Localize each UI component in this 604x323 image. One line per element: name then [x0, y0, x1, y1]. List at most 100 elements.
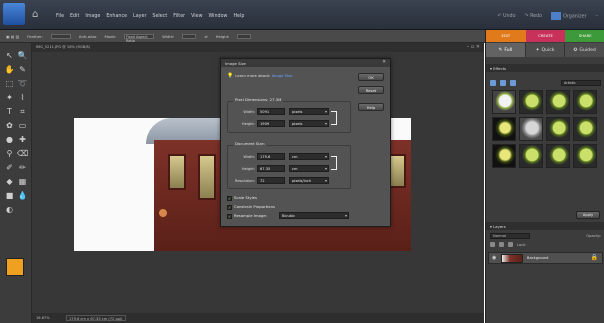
hand-tool-icon[interactable]: ✋	[4, 65, 15, 74]
straighten-tool-icon[interactable]: ▭	[17, 121, 28, 130]
effect-thumbnail[interactable]	[492, 144, 516, 168]
doc-width-input[interactable]: 179.6	[257, 153, 285, 160]
effect-thumbnail[interactable]	[492, 90, 516, 114]
undo-button[interactable]: ↶ Undo	[497, 14, 515, 19]
effect-thumbnail[interactable]	[546, 117, 570, 141]
menu-filter[interactable]: Filter	[173, 14, 185, 19]
learn-more-link[interactable]: Image Size	[272, 73, 293, 78]
effect-thumbnail[interactable]	[573, 144, 597, 168]
new-layer-icon[interactable]	[490, 242, 495, 247]
foreground-color-swatch[interactable]	[6, 258, 24, 276]
feather-slider[interactable]	[50, 34, 71, 39]
cookie-cutter-tool-icon[interactable]: ✿	[4, 121, 15, 130]
help-button[interactable]: Help	[358, 103, 384, 111]
sponge-tool-icon[interactable]: ◐	[4, 205, 15, 214]
menu-enhance[interactable]: Enhance	[106, 14, 127, 19]
layers-panel-header[interactable]: ▾ Layers	[486, 222, 604, 230]
tab-edit[interactable]: EDIT	[486, 30, 526, 42]
document-tab[interactable]: IMG_5211.JPG @ 16% (RGB/8) – ▫ ✕	[32, 43, 484, 52]
healing-brush-tool-icon[interactable]: ✚	[17, 135, 28, 144]
red-eye-tool-icon[interactable]: ●	[4, 135, 15, 144]
zoom-tool-icon[interactable]: 🔍	[17, 51, 28, 60]
gradient-tool-icon[interactable]: ▦	[17, 177, 28, 186]
swap-icon[interactable]: ⇄	[204, 34, 207, 39]
blend-mode-dropdown[interactable]: Normal	[490, 233, 530, 239]
doc-width-unit-select[interactable]: cm	[289, 153, 329, 160]
menu-window[interactable]: Window	[209, 14, 228, 19]
tab-create[interactable]: CREATE	[525, 30, 566, 42]
tab-full[interactable]: ✎ Full	[486, 43, 526, 57]
resample-image-checkbox[interactable]: ✓ Resample Image:	[227, 213, 267, 219]
effect-thumbnail[interactable]	[519, 144, 543, 168]
resolution-input[interactable]: 72	[257, 177, 285, 184]
filters-icon[interactable]	[490, 79, 496, 86]
menu-select[interactable]: Select	[152, 14, 167, 19]
effect-thumbnail[interactable]	[573, 90, 597, 114]
photo-effects-icon[interactable]	[510, 79, 516, 86]
ok-button[interactable]: OK	[358, 73, 384, 81]
clone-stamp-tool-icon[interactable]: ⚲	[4, 149, 15, 158]
redo-button[interactable]: ↷ Redo	[525, 14, 543, 19]
crop-tool-icon[interactable]: ⌗	[17, 107, 28, 116]
constrain-proportions-checkbox[interactable]: ✓ Constrain Proportions	[227, 204, 275, 210]
effect-thumbnail[interactable]	[492, 117, 516, 141]
resolution-unit-select[interactable]: pixels/inch	[289, 177, 329, 184]
marquee-tool-icon[interactable]: ⬚	[4, 79, 15, 88]
antialias-checkbox[interactable]: Anti-alias	[79, 34, 97, 39]
effect-thumbnail[interactable]	[519, 90, 543, 114]
brush-tool-icon[interactable]: ✐	[4, 163, 15, 172]
eye-icon[interactable]: ◉	[492, 255, 496, 261]
pixel-width-input[interactable]: 5091	[257, 108, 285, 115]
scale-styles-checkbox[interactable]: ✓ Scale Styles	[227, 195, 257, 201]
doc-height-input[interactable]: 67.35	[257, 165, 285, 172]
tab-share[interactable]: SHARE	[565, 30, 604, 42]
home-icon[interactable]: ⌂	[32, 10, 42, 20]
delete-layer-icon[interactable]	[508, 242, 513, 247]
layer-row[interactable]: ◉ Background 🔒	[488, 252, 603, 264]
move-tool-icon[interactable]: ↖	[4, 51, 15, 60]
menu-layer[interactable]: Layer	[133, 14, 146, 19]
eraser-tool-icon[interactable]: ⌫	[17, 149, 28, 158]
tab-quick[interactable]: ✦ Quick	[526, 43, 566, 57]
effect-thumbnail[interactable]	[573, 117, 597, 141]
pixel-width-unit-select[interactable]: pixels	[289, 108, 329, 115]
shape-tool-icon[interactable]: ■	[4, 191, 15, 200]
marquee-tool-icon[interactable]: ▣ ▤ ▥	[6, 34, 19, 39]
doc-height-unit-select[interactable]: cm	[289, 165, 329, 172]
adjustment-layer-icon[interactable]	[499, 242, 504, 247]
menu-image[interactable]: Image	[85, 14, 100, 19]
resample-method-select[interactable]: Bicubic	[279, 212, 349, 219]
type-tool-icon[interactable]: T	[4, 107, 15, 116]
close-icon[interactable]: ✕	[382, 60, 386, 65]
width-field[interactable]	[182, 34, 197, 39]
organizer-button[interactable]: Organizer	[551, 12, 587, 20]
selection-brush-tool-icon[interactable]: ⌇	[17, 93, 28, 102]
smart-brush-tool-icon[interactable]: ✏	[17, 163, 28, 172]
effect-thumbnail[interactable]	[546, 144, 570, 168]
reset-button[interactable]: Reset	[358, 86, 384, 94]
height-field[interactable]	[237, 34, 252, 39]
pixel-height-input[interactable]: 1909	[257, 120, 285, 127]
menu-help[interactable]: Help	[233, 14, 244, 19]
pixel-height-unit-select[interactable]: pixels	[289, 120, 329, 127]
layer-styles-icon[interactable]	[500, 79, 506, 86]
eyedropper-tool-icon[interactable]: ✎	[17, 65, 28, 74]
menu-view[interactable]: View	[191, 14, 202, 19]
minimize-button[interactable]: –	[596, 14, 598, 19]
apply-button[interactable]: Apply	[576, 211, 600, 219]
effects-panel-header[interactable]: ▾ Effects	[486, 64, 604, 72]
effects-category-dropdown[interactable]: Artistic	[561, 79, 601, 86]
paint-bucket-tool-icon[interactable]: ◆	[4, 177, 15, 186]
effect-thumbnail[interactable]	[546, 90, 570, 114]
lasso-tool-icon[interactable]: ➰	[17, 79, 28, 88]
mode-dropdown[interactable]: Fixed Aspect Ratio	[124, 34, 155, 43]
blur-tool-icon[interactable]: 💧	[17, 191, 28, 200]
dialog-title-bar[interactable]: Image Size ✕	[221, 59, 390, 67]
menu-edit[interactable]: Edit	[70, 14, 79, 19]
effect-thumbnail[interactable]	[519, 117, 543, 141]
magic-wand-tool-icon[interactable]: ✦	[4, 93, 15, 102]
menu-file[interactable]: File	[56, 14, 64, 19]
tab-guided[interactable]: ✪ Guided	[565, 43, 604, 57]
zoom-level[interactable]: 16.67%	[36, 316, 50, 320]
document-window-controls[interactable]: – ▫ ✕	[467, 44, 480, 50]
